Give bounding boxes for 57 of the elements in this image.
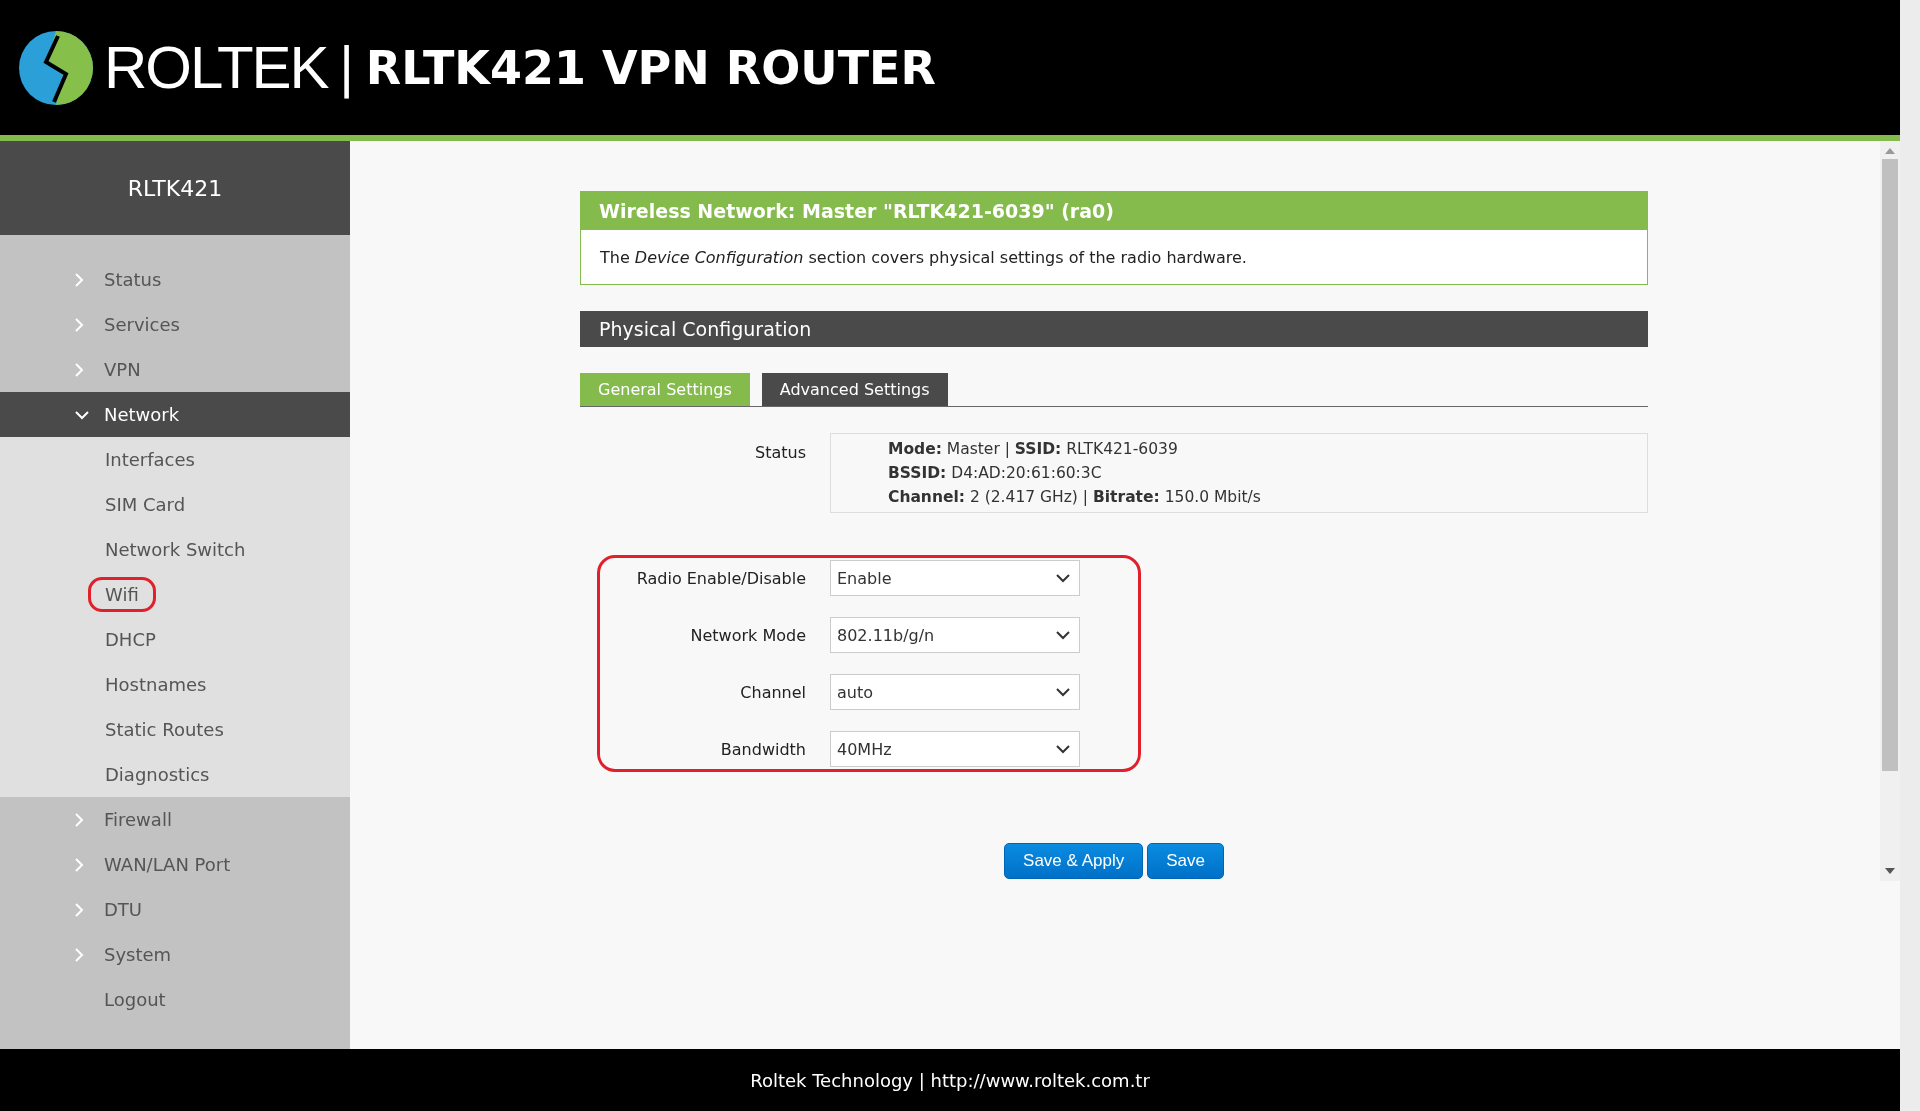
sidebar-item[interactable]: WAN/LAN Port xyxy=(0,842,350,887)
page-scrollbar[interactable] xyxy=(1900,0,1920,1111)
submenu-item[interactable]: Static Routes xyxy=(88,712,241,747)
scroll-up-icon[interactable] xyxy=(1884,147,1896,155)
chevron-down-icon xyxy=(1055,744,1071,754)
submenu-item[interactable]: Network Switch xyxy=(88,532,263,567)
save-apply-button[interactable]: Save & Apply xyxy=(1004,843,1144,879)
tab[interactable]: Advanced Settings xyxy=(761,373,948,406)
subsection-title: Physical Configuration xyxy=(599,318,812,340)
submenu-item[interactable]: Hostnames xyxy=(88,667,224,702)
chevron-right-icon xyxy=(74,361,84,378)
select-field[interactable]: 802.11b/g/n xyxy=(830,617,1080,653)
save-button[interactable]: Save xyxy=(1147,843,1224,879)
logo-icon xyxy=(18,29,94,106)
sidebar-item[interactable]: Network xyxy=(0,392,350,437)
select-field[interactable]: 40MHz xyxy=(830,731,1080,767)
chevron-down-icon xyxy=(1055,630,1071,640)
submenu-item[interactable]: Interfaces xyxy=(88,442,212,477)
chevron-down-icon xyxy=(1055,573,1071,583)
status-line: Channel: 2 (2.417 GHz) | Bitrate: 150.0 Mbit/s xyxy=(888,487,1262,508)
field-label: Bandwidth xyxy=(719,739,806,759)
chevron-right-icon xyxy=(74,946,84,963)
scrollbar[interactable] xyxy=(1880,141,1900,881)
chevron-right-icon xyxy=(74,901,84,918)
section-title: Wireless Network: Master "RLTK421-6039" (ra0) xyxy=(599,199,1114,222)
sidebar-item[interactable]: Status xyxy=(0,257,350,302)
submenu-item[interactable]: SIM Card xyxy=(88,487,203,522)
sidebar-item[interactable]: VPN xyxy=(0,347,350,392)
chevron-right-icon xyxy=(74,316,84,333)
header-separator: | xyxy=(337,36,356,99)
field-label: Network Mode xyxy=(689,625,806,645)
select-field[interactable]: auto xyxy=(830,674,1080,710)
field-label: Status xyxy=(754,442,806,462)
footer-text: Roltek Technology | http://www.roltek.com.tr xyxy=(750,1069,1150,1091)
sidebar-item[interactable]: Logout xyxy=(0,977,350,1022)
chevron-down-icon xyxy=(1055,687,1071,697)
sidebar-item[interactable]: System xyxy=(0,932,350,977)
product-title: RLTK421 VPN ROUTER xyxy=(365,40,936,95)
select-field[interactable]: Enable xyxy=(830,560,1080,596)
device-name: RLTK421 xyxy=(127,175,223,201)
status-line: BSSID: D4:AD:20:61:60:3C xyxy=(888,463,1103,484)
submenu-item[interactable]: Diagnostics xyxy=(88,757,227,792)
chevron-down-icon xyxy=(74,409,90,420)
brand-name: ROLTEK xyxy=(104,33,328,102)
status-line: Mode: Master | SSID: RLTK421-6039 xyxy=(888,439,1179,460)
field-label: Radio Enable/Disable xyxy=(635,568,806,588)
section-description: The Device Configuration section covers physical settings of the radio hardware. xyxy=(600,247,1247,267)
chevron-right-icon xyxy=(74,811,84,828)
chevron-right-icon xyxy=(74,271,84,288)
sidebar-item[interactable]: Services xyxy=(0,302,350,347)
chevron-right-icon xyxy=(74,856,84,873)
sidebar-item[interactable]: DTU xyxy=(0,887,350,932)
scroll-down-icon[interactable] xyxy=(1884,867,1896,875)
submenu-item[interactable]: DHCP xyxy=(88,622,173,657)
field-label: Channel xyxy=(739,682,806,702)
submenu-item[interactable]: Wifi xyxy=(88,577,156,612)
sidebar-item[interactable]: Firewall xyxy=(0,797,350,842)
